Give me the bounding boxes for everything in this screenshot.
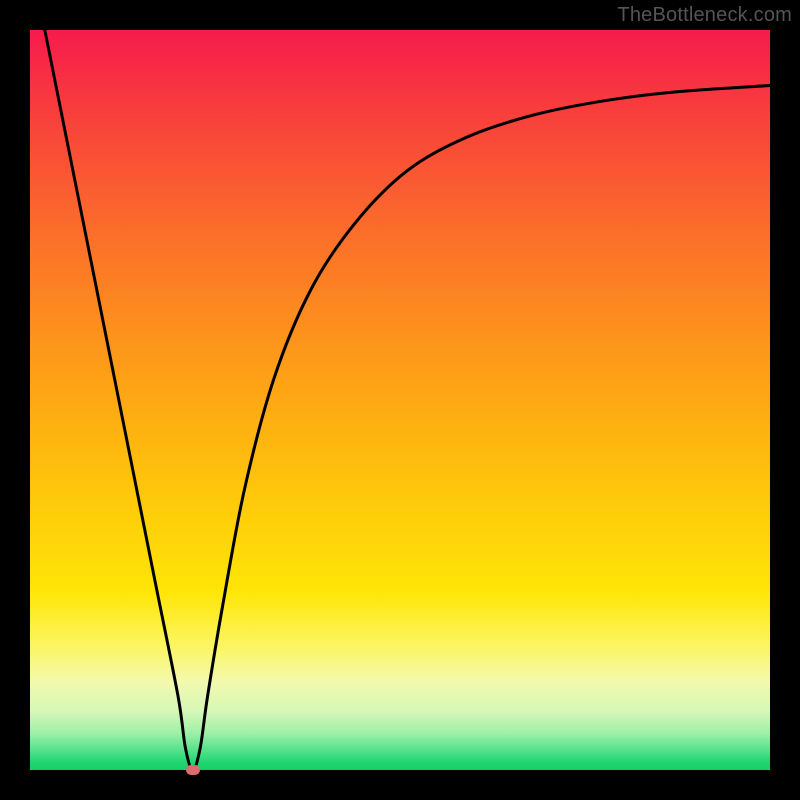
chart-frame: TheBottleneck.com xyxy=(0,0,800,800)
valley-marker xyxy=(186,765,200,775)
curve-path xyxy=(45,30,770,770)
plot-area xyxy=(30,30,770,770)
bottleneck-curve xyxy=(30,30,770,770)
watermark-text: TheBottleneck.com xyxy=(617,4,792,27)
